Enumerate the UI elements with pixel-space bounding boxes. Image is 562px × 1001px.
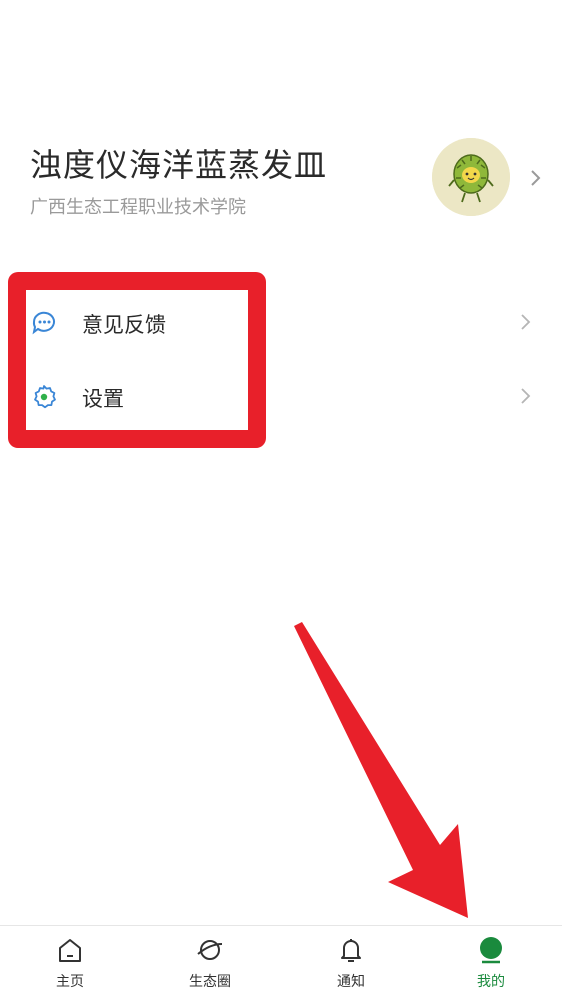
- profile-header[interactable]: 浊度仪海洋蓝蒸发皿 广西生态工程职业技术学院: [0, 120, 562, 230]
- durian-avatar-icon: [432, 138, 510, 216]
- username: 浊度仪海洋蓝蒸发皿: [30, 146, 328, 184]
- chevron-right-icon[interactable]: [526, 168, 546, 188]
- tab-label: 我的: [477, 974, 505, 990]
- feedback-chat-icon: [32, 311, 55, 335]
- avatar[interactable]: [432, 138, 510, 216]
- menu-item-feedback[interactable]: 意见反馈: [0, 285, 562, 359]
- tab-label: 生态圈: [189, 974, 231, 990]
- tab-label: 通知: [337, 974, 365, 990]
- menu-item-label: 设置: [82, 387, 124, 411]
- tab-label: 主页: [56, 974, 84, 990]
- menu-item-label: 意见反馈: [82, 313, 166, 337]
- annotation-arrow: [294, 622, 468, 918]
- school-name: 广西生态工程职业技术学院: [30, 197, 246, 218]
- tab-notifications[interactable]: 通知: [281, 926, 421, 1001]
- settings-gear-icon: [34, 385, 56, 409]
- chevron-right-icon: [521, 314, 531, 330]
- tab-ecosystem[interactable]: 生态圈: [140, 926, 280, 1001]
- tab-home[interactable]: 主页: [0, 926, 140, 1001]
- planet-icon: [197, 940, 223, 960]
- bottom-tab-bar: 主页 生态圈 通知 我的: [0, 925, 562, 1001]
- chevron-right-icon: [521, 388, 531, 404]
- profile-icon: [480, 937, 502, 964]
- home-icon: [59, 939, 81, 962]
- bell-icon: [341, 939, 361, 962]
- tab-mine[interactable]: 我的: [421, 926, 561, 1001]
- menu-item-settings[interactable]: 设置: [0, 359, 562, 433]
